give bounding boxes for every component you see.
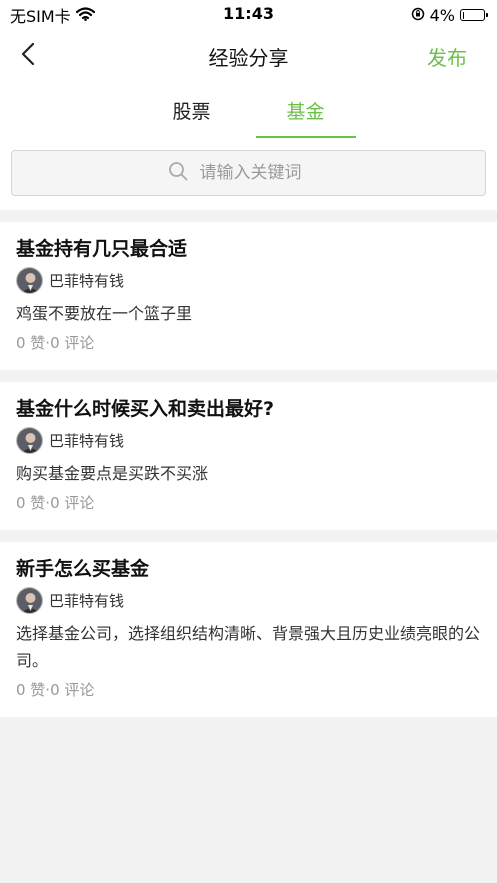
page-title: 经验分享 (208, 45, 289, 70)
list-item[interactable]: 基金持有几只最合适 巴菲特有钱 鸡蛋不要放在一个篮子里 0 赞·0 评论 (0, 222, 497, 370)
battery-icon (460, 9, 488, 21)
post-list: 基金持有几只最合适 巴菲特有钱 鸡蛋不要放在一个篮子里 0 赞·0 评论 基金什… (0, 222, 497, 717)
status-bar: 无SIM卡 11:43 4% (0, 0, 497, 30)
header-area: 无SIM卡 11:43 4% 经验分享 发布 股票 基金 请输入关键词 (0, 0, 497, 210)
tab-stocks[interactable]: 股票 (142, 82, 242, 138)
avatar (16, 266, 43, 294)
tab-funds[interactable]: 基金 (255, 82, 356, 138)
post-title: 基金什么时候买入和卖出最好? (16, 398, 275, 420)
post-title: 新手怎么买基金 (16, 558, 150, 580)
search-icon (168, 161, 188, 186)
tab-bar: 股票 基金 (0, 82, 497, 138)
list-item[interactable]: 新手怎么买基金 巴菲特有钱 选择基金公司，选择组织结构清晰、背景强大且历史业绩亮… (0, 542, 497, 717)
chevron-left-icon (21, 42, 35, 70)
publish-button[interactable]: 发布 (427, 42, 467, 71)
post-author: 巴菲特有钱 (16, 265, 481, 295)
post-author: 巴菲特有钱 (16, 425, 481, 455)
author-name: 巴菲特有钱 (49, 431, 125, 450)
nav-bar: 经验分享 发布 (0, 30, 497, 82)
carrier-label: 无SIM卡 (10, 7, 71, 26)
wifi-icon (75, 6, 95, 25)
post-author: 巴菲特有钱 (16, 585, 481, 615)
status-right: 4% (411, 5, 488, 25)
post-title: 基金持有几只最合适 (16, 238, 188, 260)
author-name: 巴菲特有钱 (49, 271, 125, 290)
post-summary: 选择基金公司，选择组织结构清晰、背景强大且历史业绩亮眼的公司。 (16, 624, 481, 670)
tab-stocks-label: 股票 (172, 100, 211, 123)
post-stats: 0 赞·0 评论 (16, 681, 95, 699)
post-stats: 0 赞·0 评论 (16, 494, 95, 512)
battery-percent: 4% (429, 5, 455, 25)
list-item[interactable]: 基金什么时候买入和卖出最好? 巴菲特有钱 购买基金要点是买跌不买涨 0 赞·0 … (0, 382, 497, 530)
post-summary: 购买基金要点是买跌不买涨 (16, 464, 209, 483)
battery-fill (462, 11, 464, 19)
orientation-lock-icon (411, 6, 425, 25)
search-box[interactable] (11, 150, 486, 196)
back-button[interactable] (14, 42, 42, 70)
post-stats: 0 赞·0 评论 (16, 334, 95, 352)
avatar (16, 426, 43, 454)
search-input[interactable] (199, 163, 330, 183)
search-area (0, 138, 497, 210)
tab-funds-label: 基金 (286, 100, 325, 123)
avatar (16, 586, 43, 614)
status-left: 无SIM卡 (10, 3, 95, 27)
author-name: 巴菲特有钱 (49, 591, 125, 610)
post-summary: 鸡蛋不要放在一个篮子里 (16, 304, 193, 323)
